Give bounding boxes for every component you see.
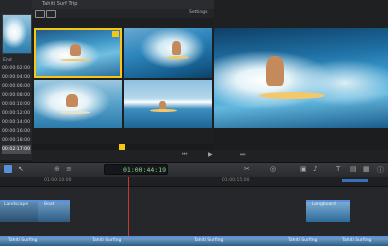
timecode-value: 01:00:44:19 — [123, 166, 167, 174]
surfer-figure — [266, 56, 284, 86]
clip-label: Landscape — [4, 202, 29, 207]
timeline-ruler[interactable]: 01:00:10:00 01:00:15:00 — [0, 177, 388, 187]
surfboard — [259, 92, 326, 99]
upper-clip-boat[interactable]: Boat — [38, 200, 70, 222]
select-tool-icon[interactable]: ↖ — [18, 165, 24, 173]
toolbar: ↖ ⊕ ≡ 01:00:44:19 ✂ ◎ ▣ ♪ T ▤ ▦ ⓘ — [0, 162, 388, 178]
angle-2-thumbnail[interactable] — [124, 28, 212, 78]
main-viewer[interactable] — [214, 28, 388, 128]
active-angle-badge — [112, 31, 119, 37]
upper-clip-longboard[interactable]: Longboard — [306, 200, 350, 222]
surfboard — [150, 108, 177, 112]
viewer-title: Tahiti Surf Trip — [42, 1, 78, 7]
angle-3-thumbnail[interactable] — [34, 80, 122, 128]
clip-label: Boat — [44, 202, 55, 207]
transport-bar: ⏮ ▶ ⏭ — [32, 150, 388, 162]
titles-icon[interactable]: T — [336, 165, 340, 173]
surfboard — [166, 56, 190, 59]
media-browser-icon[interactable] — [4, 165, 12, 173]
surfer-figure — [172, 40, 182, 55]
timecode-item[interactable]: 00:00:02:00 — [2, 64, 31, 73]
timecode-item[interactable]: 00:00:10:00 — [2, 100, 31, 109]
event-browser-panel: End 00:00:02:00 00:00:04:00 00:00:06:00 … — [0, 0, 33, 160]
play-icon[interactable]: ▶ — [208, 151, 213, 158]
event-thumbnail[interactable] — [2, 14, 32, 54]
timecode-item[interactable]: 00:00:12:00 — [2, 109, 31, 118]
angle-1-thumbnail[interactable] — [34, 28, 122, 78]
clip-label: Longboard — [312, 202, 336, 207]
clip-label: Tahiti Surfing — [342, 238, 372, 243]
ruler-mark-left: 01:00:10:00 — [44, 178, 72, 183]
timecode-item-selected[interactable]: 00:02:17:00 — [2, 145, 31, 154]
upper-clip-landscape[interactable]: Landscape — [0, 200, 38, 222]
audio-meter-icon[interactable]: ≡ — [66, 165, 72, 173]
range-indicator — [342, 179, 368, 182]
timecode-item[interactable]: 00:00:16:00 — [2, 127, 31, 136]
timecode-item[interactable]: 00:00:06:00 — [2, 82, 31, 91]
music-icon[interactable]: ♪ — [313, 165, 317, 173]
angle-viewer-panel: Tahiti Surf Trip Settings — [32, 0, 214, 160]
timecode-item[interactable]: 00:00:08:00 — [2, 91, 31, 100]
clip-label: Tahiti Surfing — [8, 238, 38, 243]
storyline-clip[interactable]: Tahiti Surfing — [180, 236, 280, 246]
surfer-figure — [65, 94, 78, 107]
storyline-clip[interactable]: Tahiti Surfing — [334, 236, 388, 246]
viewer-subheader: Settings — [32, 9, 214, 18]
film-icon[interactable] — [46, 10, 56, 18]
skip-back-icon[interactable]: ⏮ — [182, 151, 187, 159]
timecode-item[interactable]: 00:00:18:00 — [2, 136, 31, 145]
skip-forward-icon[interactable]: ⏭ — [240, 151, 245, 159]
timecode-display[interactable]: 01:00:44:19 — [104, 164, 168, 175]
clip-label: Tahiti Surfing — [92, 238, 122, 243]
surfboard — [59, 58, 92, 62]
timecode-item[interactable]: 00:00:14:00 — [2, 118, 31, 127]
layout-icon[interactable] — [35, 10, 45, 18]
themes-icon[interactable]: ▦ — [363, 165, 370, 173]
storyline-clip[interactable]: Tahiti Surfing — [280, 236, 334, 246]
storyline-clip[interactable]: Tahiti Surfing — [0, 236, 76, 246]
angle-4-thumbnail[interactable] — [124, 80, 212, 128]
enhance-icon[interactable]: ◎ — [270, 165, 276, 173]
inspector-icon[interactable]: ⓘ — [377, 165, 384, 175]
generators-icon[interactable]: ▤ — [350, 165, 357, 173]
settings-button[interactable]: Settings — [189, 10, 207, 15]
clip-label: Tahiti Surfing — [288, 238, 318, 243]
timecode-item[interactable]: 00:00:04:00 — [2, 73, 31, 82]
surfer-figure — [69, 43, 82, 56]
blade-tool-icon[interactable]: ✂ — [244, 165, 250, 173]
timecode-list: 00:00:02:00 00:00:04:00 00:00:06:00 00:0… — [2, 64, 31, 154]
clip-label: Tahiti Surfing — [194, 238, 224, 243]
zoom-icon[interactable]: ⊕ — [54, 165, 60, 173]
event-end-label: End — [3, 58, 12, 63]
ruler-mark-right: 01:00:15:00 — [222, 178, 250, 183]
camera-icon[interactable]: ▣ — [300, 165, 307, 173]
surfboard — [60, 110, 91, 114]
storyline-clip[interactable]: Tahiti Surfing — [76, 236, 180, 246]
main-viewer-top-bar — [214, 0, 388, 28]
